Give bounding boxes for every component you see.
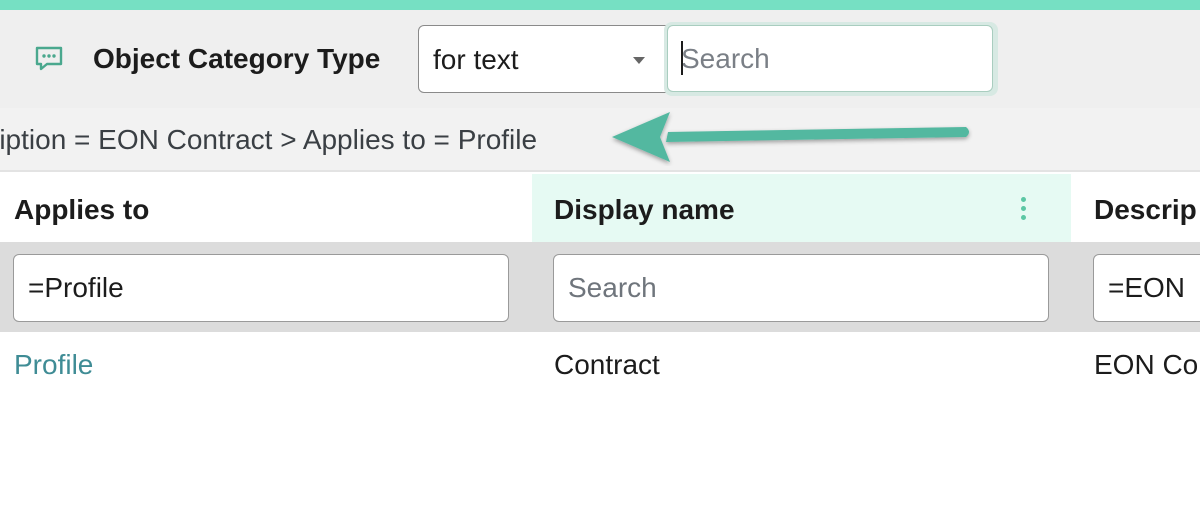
comment-icon [35, 46, 63, 71]
breadcrumb: ription = EON Contract > Applies to = Pr… [0, 124, 538, 155]
filter-input-display-name[interactable] [553, 254, 1049, 322]
annotation-arrow [612, 112, 969, 162]
caret-down-icon [633, 57, 645, 64]
cell-applies-to-link[interactable]: Profile [14, 349, 93, 381]
filter-input-applies-to[interactable] [13, 254, 509, 322]
kebab-menu-icon[interactable] [1019, 197, 1027, 223]
cell-display-name: Contract [554, 349, 660, 380]
column-header-display-name[interactable]: Display name [532, 174, 1071, 242]
filter-input-description[interactable] [1093, 254, 1200, 322]
breadcrumb-bar: ription = EON Contract > Applies to = Pr… [0, 108, 1200, 172]
search-focus-ring [664, 22, 998, 96]
search-input[interactable] [667, 25, 993, 92]
column-header-applies-to[interactable]: Applies to [0, 174, 532, 242]
header-bar: Object Category Type for text [0, 10, 1200, 108]
page-title: Object Category Type [93, 43, 381, 74]
type-select[interactable]: for text [418, 25, 666, 93]
filter-row [0, 242, 1200, 332]
type-select-value: for text [433, 44, 519, 75]
text-cursor [681, 41, 683, 75]
cell-description: EON Co [1094, 349, 1199, 380]
top-accent-bar [0, 0, 1200, 10]
column-header-description[interactable]: Descrip [1071, 174, 1200, 242]
table-row[interactable]: Profile Contract EON Co [0, 332, 1200, 400]
